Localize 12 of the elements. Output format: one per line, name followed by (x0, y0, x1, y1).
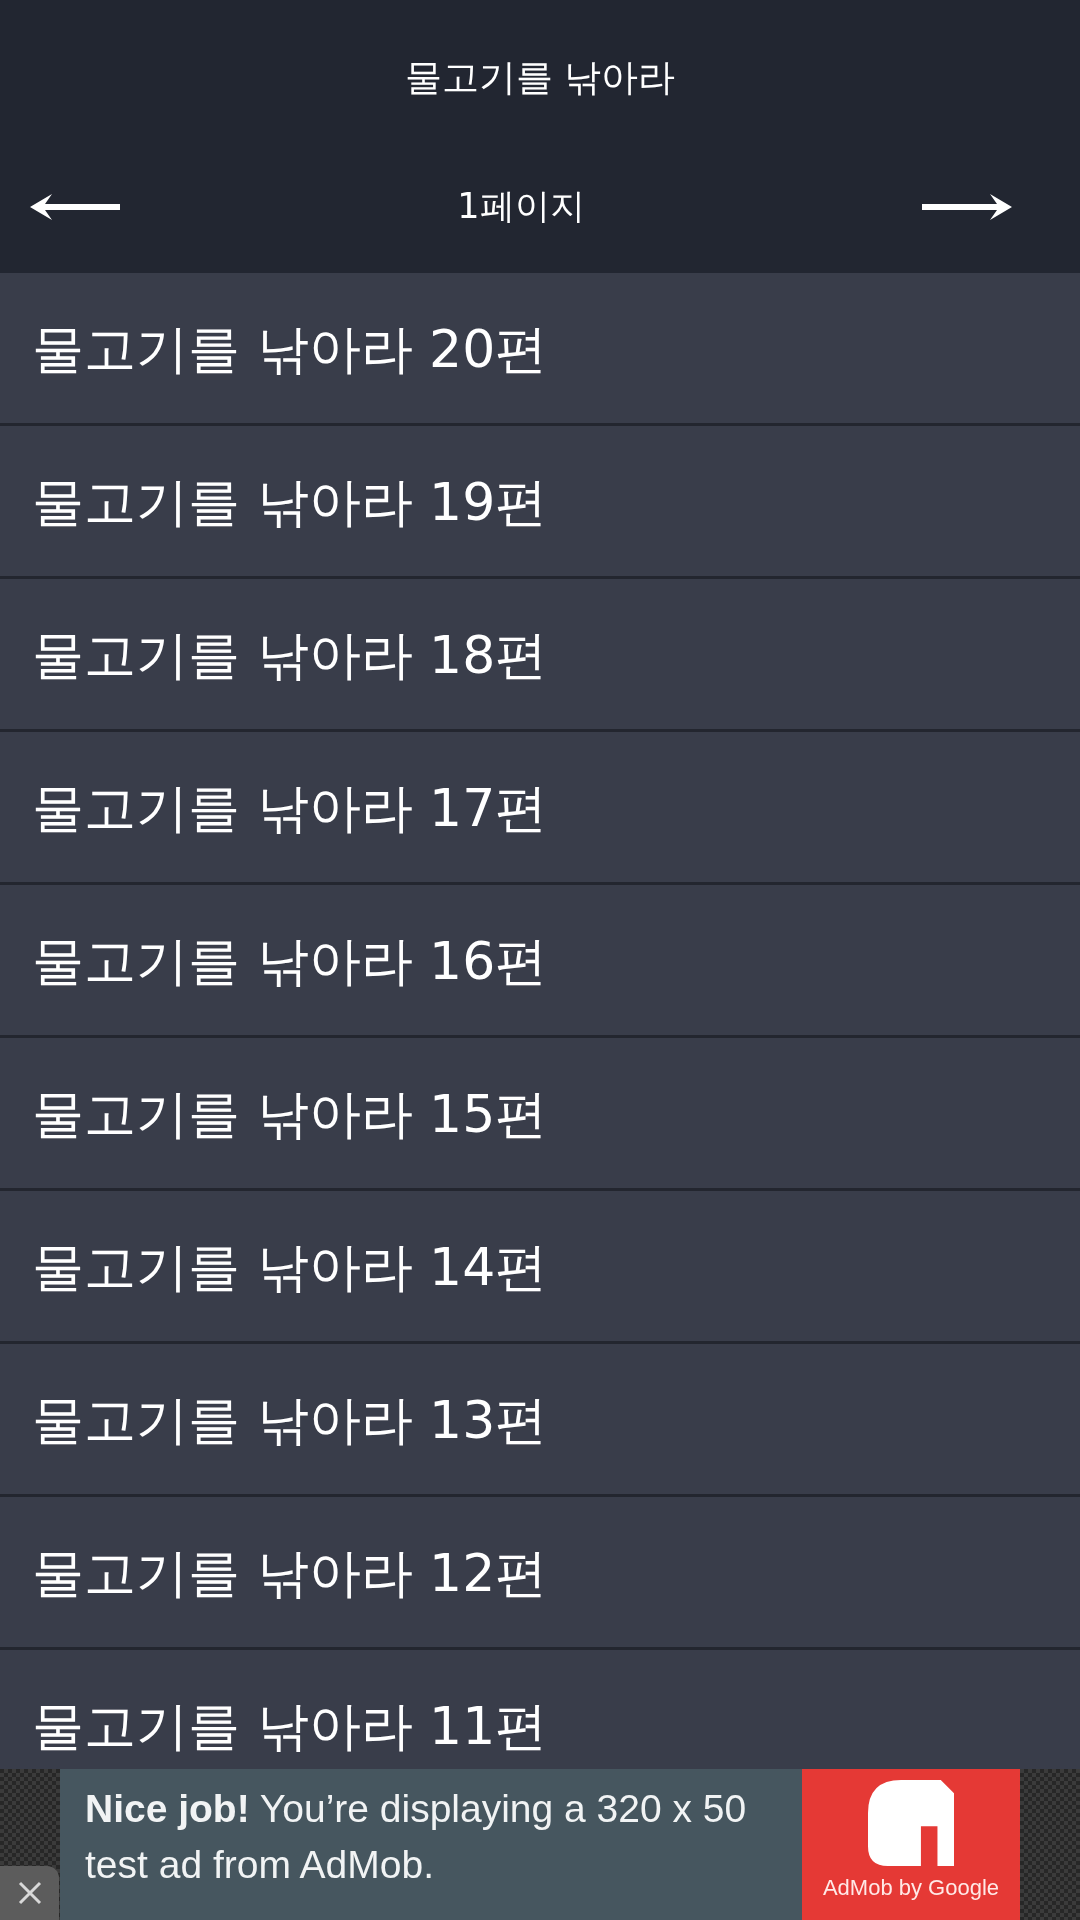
page-label: 1페이지 (457, 185, 585, 228)
close-icon (17, 1881, 42, 1905)
right-arrow-icon (922, 192, 1012, 221)
next-page-button[interactable] (922, 192, 1012, 221)
ad-banner[interactable]: Nice job! You’re displaying a 320 x 50 test ad from AdMob. AdMob by Google (60, 1769, 1020, 1920)
ad-brand-label: AdMob by Google (822, 1875, 1000, 1901)
previous-page-button[interactable] (30, 192, 120, 221)
app-title: 물고기를 낚아라 (404, 55, 676, 101)
close-button[interactable] (0, 1866, 59, 1920)
ad-text: Nice job! You’re displaying a 320 x 50 test ad from AdMob. (84, 1786, 748, 1888)
left-arrow-icon (30, 192, 120, 221)
logo-icon (868, 1780, 954, 1866)
